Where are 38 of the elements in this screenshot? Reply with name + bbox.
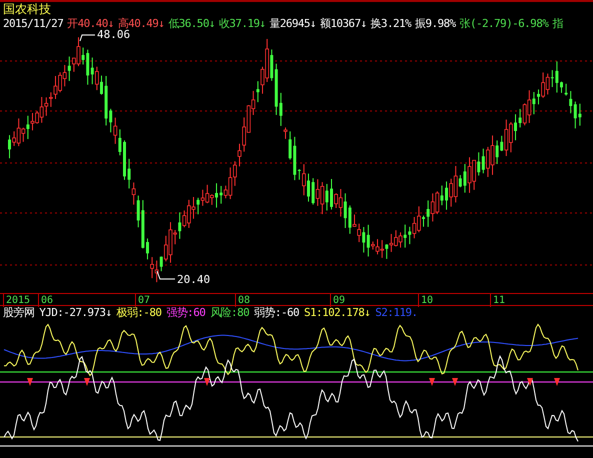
- indicator-value: 风险:80: [210, 306, 250, 320]
- quote-value: 额10367↓: [320, 17, 367, 31]
- signal-marker-icon: [27, 378, 33, 386]
- indicator-value: 强势:60: [166, 306, 206, 320]
- quote-value: 高40.49↓: [118, 17, 164, 30]
- signal-marker-icon: [554, 378, 560, 386]
- signal-marker-icon: [429, 378, 435, 386]
- quote-value: 张(-2.79)-6.98%: [460, 17, 548, 31]
- quote-value: 收37.19↓: [218, 17, 266, 31]
- quote-value: 开40.40↓: [67, 17, 114, 30]
- signal-marker-icon: [204, 378, 210, 386]
- signal-marker-icon: [527, 378, 533, 386]
- axis-label: 2015: [3, 294, 30, 307]
- indicator-value: S2:119.: [375, 306, 418, 320]
- quote-value: 指: [552, 17, 563, 31]
- axis-label: 07: [135, 294, 150, 307]
- signal-marker-icon: [452, 378, 458, 386]
- quote-value: 换3.21%: [370, 17, 412, 31]
- axis-label: 06: [38, 294, 54, 307]
- leader-line: [80, 34, 96, 42]
- leader-line: [156, 270, 176, 280]
- stock-title: 国农科技: [0, 0, 593, 17]
- indicator-value: 弱势:-60: [254, 306, 300, 320]
- axis-label: 09: [330, 294, 346, 307]
- axis-label: 08: [235, 294, 250, 307]
- high-price-label: 48.06: [97, 29, 130, 41]
- signal-marker-icon: [84, 378, 90, 386]
- axis-label: 11: [490, 294, 506, 307]
- quote-value: 振9.98%: [415, 17, 456, 31]
- quote-value: 低36.50↓: [168, 17, 215, 31]
- indicator-value: S1:102.178↓: [304, 306, 370, 320]
- indicator-value: 极弱:-80: [116, 306, 162, 320]
- quote-value: 量26945↓: [269, 17, 316, 31]
- quote-value: 2015/11/27: [3, 17, 64, 31]
- low-price-label: 20.40: [177, 274, 210, 286]
- indicator-value: YJD:-27.973↓: [39, 306, 112, 320]
- axis-label: 10: [418, 294, 434, 307]
- indicator-name: 股旁网: [3, 306, 34, 320]
